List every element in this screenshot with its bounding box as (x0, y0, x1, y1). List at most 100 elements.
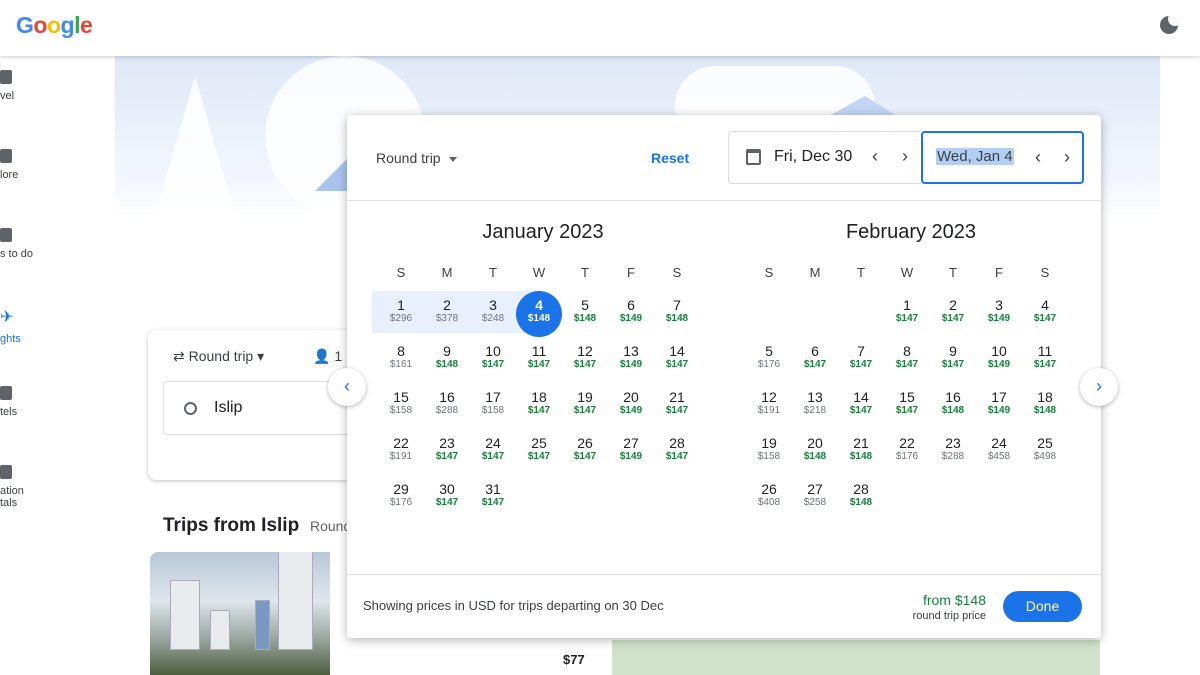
day-price: $147 (895, 359, 919, 370)
calendar-day[interactable]: 31 $147 (470, 479, 516, 525)
calendar-day[interactable]: 22 $176 (884, 433, 930, 479)
calendar-day[interactable]: 17 $158 (470, 387, 516, 433)
calendar-day[interactable]: 24 $147 (470, 433, 516, 479)
calendar-day[interactable]: 9 $147 (930, 341, 976, 387)
day-price: $408 (757, 497, 781, 508)
next-month-button[interactable]: › (1080, 368, 1118, 406)
calendar-day[interactable]: 9 $148 (424, 341, 470, 387)
calendar-day[interactable]: 21 $147 (654, 387, 700, 433)
calendar-day[interactable]: 7 $148 (654, 295, 700, 341)
day-price: $161 (389, 359, 413, 370)
day-number: 29 (393, 481, 409, 497)
calendar-day[interactable]: 23 $147 (424, 433, 470, 479)
prev-month-button[interactable]: ‹ (328, 368, 366, 406)
calendar-day[interactable]: 7 $147 (838, 341, 884, 387)
calendar-day[interactable]: 20 $148 (792, 433, 838, 479)
trip-type-select[interactable]: ⇄ Round trip ▾ (173, 348, 264, 365)
calendar-day[interactable]: 11 $147 (516, 341, 562, 387)
person-icon: 👤 (313, 348, 331, 364)
calendar-day[interactable]: 1 $296 (378, 295, 424, 341)
calendar-day[interactable]: 14 $147 (654, 341, 700, 387)
calendar-day[interactable]: 17 $149 (976, 387, 1022, 433)
calendar-day[interactable]: 26 $147 (562, 433, 608, 479)
calendar-day[interactable]: 18 $148 (1022, 387, 1068, 433)
calendar-day[interactable]: 13 $149 (608, 341, 654, 387)
passengers-select[interactable]: 👤 1 (313, 348, 342, 365)
calendar-day[interactable]: 25 $498 (1022, 433, 1068, 479)
day-price: $378 (435, 313, 459, 324)
calendar-day[interactable]: 14 $147 (838, 387, 884, 433)
day-number: 27 (623, 435, 639, 451)
calendar-day[interactable]: 28 $148 (838, 479, 884, 525)
day-price: $148 (527, 313, 551, 324)
calendar-day[interactable]: 16 $288 (424, 387, 470, 433)
calendar-day[interactable]: 22 $191 (378, 433, 424, 479)
calendar-day[interactable]: 6 $147 (792, 341, 838, 387)
day-price: $498 (1033, 451, 1057, 462)
calendar-day[interactable]: 29 $176 (378, 479, 424, 525)
calendar-day[interactable]: 8 $161 (378, 341, 424, 387)
calendar-day[interactable]: 4 $147 (1022, 295, 1068, 341)
calendar-day[interactable]: 28 $147 (654, 433, 700, 479)
calendar-day[interactable]: 19 $147 (562, 387, 608, 433)
calendar-day[interactable]: 16 $148 (930, 387, 976, 433)
calendar-day[interactable]: 18 $147 (516, 387, 562, 433)
calendar-day[interactable]: 6 $149 (608, 295, 654, 341)
calendar-day[interactable]: 24 $458 (976, 433, 1022, 479)
chevron-right-icon[interactable]: › (902, 146, 908, 167)
calendar-day[interactable]: 21 $148 (838, 433, 884, 479)
calendar-day[interactable]: 15 $147 (884, 387, 930, 433)
calendar-day[interactable]: 12 $191 (746, 387, 792, 433)
calendar-day[interactable]: 3 $149 (976, 295, 1022, 341)
calendar-day[interactable]: 2 $147 (930, 295, 976, 341)
calendar-day[interactable]: 10 $147 (470, 341, 516, 387)
price-type: round trip price (912, 610, 986, 622)
day-number: 27 (807, 481, 823, 497)
nav-item-house[interactable]: ation tals (0, 465, 60, 509)
google-logo[interactable]: Google (16, 12, 93, 39)
house-icon (0, 465, 12, 479)
calendar-day[interactable]: 2 $378 (424, 295, 470, 341)
done-button[interactable]: Done (1003, 591, 1082, 622)
nav-item-travel[interactable]: vel (0, 70, 60, 102)
calendar-day[interactable]: 3 $248 (470, 295, 516, 341)
reset-button[interactable]: Reset (651, 150, 689, 166)
day-price: $147 (895, 405, 919, 416)
nav-item-camera[interactable]: s to do (0, 228, 60, 260)
calendar-day[interactable]: 1 $147 (884, 295, 930, 341)
calendar-day[interactable]: 5 $148 (562, 295, 608, 341)
nav-item-explore[interactable]: lore (0, 149, 60, 181)
map[interactable] (612, 640, 1100, 675)
nav-item-bed[interactable]: tels (0, 386, 60, 418)
calendar-day[interactable]: 11 $147 (1022, 341, 1068, 387)
calendar-day[interactable]: 23 $288 (930, 433, 976, 479)
day-number: 13 (807, 389, 823, 405)
trip-type-dropdown[interactable]: Round trip (376, 150, 457, 166)
calendar-day[interactable]: 5 $176 (746, 341, 792, 387)
nav-item-airplane[interactable]: ✈ ghts (0, 307, 60, 345)
chevron-left-icon[interactable]: ‹ (1035, 147, 1041, 168)
return-date-field[interactable]: Wed, Jan 4 ‹ › (921, 131, 1084, 184)
trips-subtitle: Round (310, 518, 352, 534)
departure-date-field[interactable]: Fri, Dec 30 ‹ › (729, 132, 922, 183)
calendar-day[interactable]: 25 $147 (516, 433, 562, 479)
bed-icon (0, 386, 12, 400)
calendar-day[interactable]: 27 $258 (792, 479, 838, 525)
calendar-day[interactable]: 30 $147 (424, 479, 470, 525)
calendar-day[interactable]: 27 $149 (608, 433, 654, 479)
calendar-day[interactable]: 4 $148 (516, 291, 562, 341)
calendar-day[interactable]: 20 $149 (608, 387, 654, 433)
moon-icon[interactable] (1160, 16, 1178, 34)
weekday-label: S (396, 265, 406, 280)
chevron-right-icon[interactable]: › (1064, 147, 1070, 168)
destination-photo[interactable] (150, 552, 330, 675)
calendar-day[interactable]: 15 $158 (378, 387, 424, 433)
calendar-day[interactable]: 19 $158 (746, 433, 792, 479)
calendar-day[interactable]: 10 $149 (976, 341, 1022, 387)
calendar-day[interactable]: 13 $218 (792, 387, 838, 433)
day-price: $149 (987, 405, 1011, 416)
calendar-day[interactable]: 26 $408 (746, 479, 792, 525)
chevron-left-icon[interactable]: ‹ (872, 146, 878, 167)
calendar-day[interactable]: 8 $147 (884, 341, 930, 387)
calendar-day[interactable]: 12 $147 (562, 341, 608, 387)
